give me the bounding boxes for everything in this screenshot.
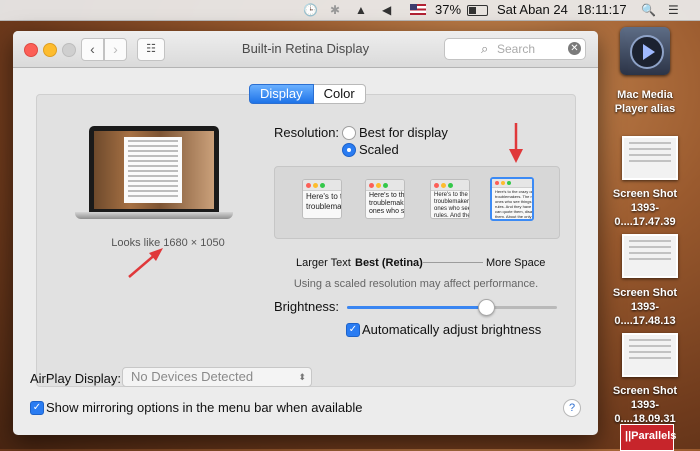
volume-icon[interactable]: ◀: [382, 2, 391, 18]
annotation-arrow-icon: [128, 248, 163, 278]
scale-option-medium[interactable]: Here's to the troublemakers. ones who se…: [430, 179, 470, 219]
scale-label-larger-text: Larger Text: [296, 257, 351, 269]
mac-media-player-icon[interactable]: [620, 27, 670, 75]
scaled-radio[interactable]: [342, 143, 356, 157]
clear-search-icon[interactable]: ✕: [568, 42, 581, 55]
scale-preview-text: Here's to the troublemake: [306, 192, 342, 211]
mirroring-options-label[interactable]: Show mirroring options in the menu bar w…: [46, 400, 363, 415]
battery-icon[interactable]: [467, 5, 488, 16]
checkmark-icon: ✓: [348, 324, 358, 335]
desktop-item-mac-media-player-label[interactable]: Mac Media Player alias: [601, 88, 689, 116]
scale-preview-text: Here's to the crazy one troublemakers. T…: [495, 189, 534, 219]
time-machine-icon[interactable]: 🕒: [303, 2, 318, 18]
help-button[interactable]: ?: [563, 399, 581, 417]
scaled-options-panel: Here's to the troublemake Here's to the …: [274, 166, 560, 239]
resolution-label: Resolution:: [274, 125, 340, 140]
display-preferences-window: ‹ › ☷ Built-in Retina Display ⌕ Search ✕…: [13, 31, 598, 435]
time-display[interactable]: 18:11:17: [577, 2, 627, 18]
auto-brightness-label[interactable]: Automatically adjust brightness: [362, 322, 541, 337]
airplay-display-select[interactable]: No Devices Detected ⬍: [122, 367, 312, 387]
brightness-slider-track[interactable]: [347, 306, 557, 309]
screenshot-thumbnail-icon[interactable]: [622, 333, 678, 377]
tab-display[interactable]: Display: [249, 84, 314, 104]
scaled-performance-note: Using a scaled resolution may affect per…: [293, 278, 539, 290]
input-source-flag-icon[interactable]: [410, 4, 426, 15]
airplay-display-label: AirPlay Display:: [30, 371, 122, 386]
search-icon: ⌕: [481, 41, 489, 56]
desktop-item-screenshot-1-label[interactable]: Screen Shot 1393-0....17.47.39: [601, 187, 689, 229]
notification-center-icon[interactable]: ☰: [668, 2, 679, 18]
screenshot-thumbnail-icon[interactable]: [622, 234, 678, 278]
checkmark-icon: ✓: [32, 402, 42, 413]
scale-label-best-retina: Best (Retina): [355, 257, 423, 269]
search-placeholder: Search: [497, 42, 536, 56]
airplay-display-value: No Devices Detected: [131, 369, 254, 384]
best-for-display-label[interactable]: Best for display: [359, 125, 448, 140]
screenshot-thumbnail-icon[interactable]: [622, 136, 678, 180]
menu-bar: 🕒 ✱ ▲ ◀ 37% Sat Aban 24 18:11:17 🔍 ☰: [0, 0, 700, 21]
search-field[interactable]: ⌕ Search ✕: [444, 38, 586, 60]
scale-preview-text: Here's to the troublemakers. ones who se…: [369, 192, 405, 215]
date-display[interactable]: Sat Aban 24: [497, 2, 568, 18]
updown-chevron-icon: ⬍: [298, 372, 306, 382]
laptop-base: [75, 212, 233, 219]
scale-option-more-space[interactable]: Here's to the crazy one troublemakers. T…: [490, 177, 534, 221]
wifi-icon[interactable]: ▲: [355, 2, 367, 18]
battery-percentage[interactable]: 37%: [435, 2, 461, 18]
desktop-item-screenshot-2-label[interactable]: Screen Shot 1393-0....17.48.13: [601, 286, 689, 328]
best-for-display-radio[interactable]: [342, 126, 356, 140]
scale-option-best-retina[interactable]: Here's to the troublemakers. ones who se…: [365, 179, 405, 219]
annotation-arrow-icon: [509, 123, 523, 163]
parallels-label: ||Parallels: [625, 430, 677, 442]
brightness-slider-knob[interactable]: [477, 299, 495, 316]
scaled-label[interactable]: Scaled: [359, 142, 399, 157]
brightness-slider-fill: [347, 306, 486, 309]
tab-bar: Display Color: [249, 84, 366, 104]
scale-label-more-space: More Space: [486, 257, 546, 269]
mirroring-options-checkbox[interactable]: ✓: [30, 401, 44, 415]
desktop-item-screenshot-3-label[interactable]: Screen Shot 1393-0....18.09.31: [601, 384, 689, 426]
auto-brightness-checkbox[interactable]: ✓: [346, 323, 360, 337]
tab-color[interactable]: Color: [313, 84, 366, 104]
laptop-illustration: [89, 126, 219, 212]
spotlight-icon[interactable]: 🔍: [641, 2, 656, 18]
scale-divider-line: [423, 262, 483, 263]
scale-preview-text: Here's to the troublemakers. ones who se…: [434, 192, 470, 219]
scale-option-larger-text[interactable]: Here's to the troublemake: [302, 179, 342, 219]
bluetooth-icon[interactable]: ✱: [330, 2, 340, 18]
brightness-label: Brightness:: [274, 299, 340, 314]
title-bar: ‹ › ☷ Built-in Retina Display ⌕ Search ✕: [13, 31, 598, 68]
parallels-icon[interactable]: ||Parallels: [620, 424, 677, 451]
looks-like-resolution: Looks like 1680 × 1050: [111, 237, 225, 249]
